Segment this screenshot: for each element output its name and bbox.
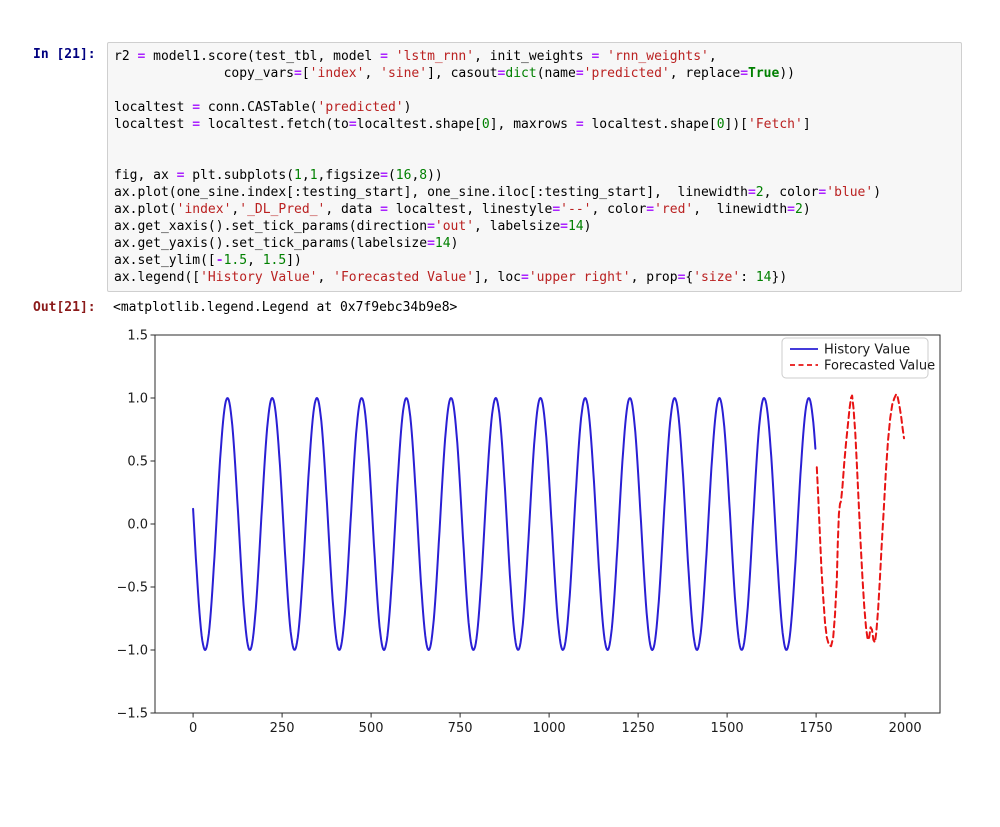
output-prompt: Out[21]:	[33, 300, 96, 315]
input-prompt: In [21]:	[33, 47, 96, 62]
code-line: fig, ax = plt.subplots(1,1,figsize=(16,8…	[114, 167, 955, 184]
code-line	[114, 82, 955, 99]
code-line	[114, 150, 955, 167]
code-line: localtest = localtest.fetch(to=localtest…	[114, 116, 955, 133]
y-tick-label: 0.0	[127, 518, 148, 533]
y-tick-label: −1.0	[118, 644, 148, 659]
code-line: ax.plot(one_sine.index[:testing_start], …	[114, 184, 955, 201]
code-cell-input[interactable]: r2 = model1.score(test_tbl, model = 'lst…	[107, 42, 962, 292]
x-tick-label: 2000	[889, 721, 922, 736]
code-line: ax.get_xaxis().set_tick_params(direction…	[114, 218, 955, 235]
x-tick-label: 1750	[800, 721, 833, 736]
y-tick-label: 0.5	[127, 455, 148, 470]
series-forecasted-value	[817, 394, 904, 646]
legend-label: History Value	[824, 343, 910, 358]
notebook-page: { "cell": { "input_prompt": "In [21]:", …	[0, 0, 1000, 827]
y-tick-label: 1.0	[127, 392, 148, 407]
code-lines: r2 = model1.score(test_tbl, model = 'lst…	[114, 48, 955, 286]
code-line: ax.plot('index','_DL_Pred_', data = loca…	[114, 201, 955, 218]
x-tick-label: 1250	[622, 721, 655, 736]
axes-spines	[155, 335, 940, 713]
x-tick-label: 1500	[711, 721, 744, 736]
x-tick-label: 1000	[533, 721, 566, 736]
code-line: copy_vars=['index', 'sine'], casout=dict…	[114, 65, 955, 82]
series-history-value	[193, 398, 815, 650]
code-line	[114, 133, 955, 150]
code-line: ax.set_ylim([-1.5, 1.5])	[114, 252, 955, 269]
x-tick-label: 0	[189, 721, 197, 736]
x-tick-label: 750	[448, 721, 473, 736]
code-line: r2 = model1.score(test_tbl, model = 'lst…	[114, 48, 955, 65]
code-line: ax.legend(['History Value', 'Forecasted …	[114, 269, 955, 286]
y-tick-label: −0.5	[118, 581, 148, 596]
x-tick-label: 500	[359, 721, 384, 736]
code-line: ax.get_yaxis().set_tick_params(labelsize…	[114, 235, 955, 252]
x-tick-label: 250	[270, 721, 295, 736]
legend-label: Forecasted Value	[824, 359, 935, 374]
plot-figure: 0 250 500 750 1000 1250 1500 1750 2000 −1.5 −1.0 −0…	[118, 322, 998, 802]
code-line: localtest = conn.CASTable('predicted')	[114, 99, 955, 116]
output-value: <matplotlib.legend.Legend at 0x7f9ebc34b…	[113, 300, 457, 315]
y-tick-label: −1.5	[118, 707, 148, 722]
y-tick-label: 1.5	[127, 329, 148, 344]
